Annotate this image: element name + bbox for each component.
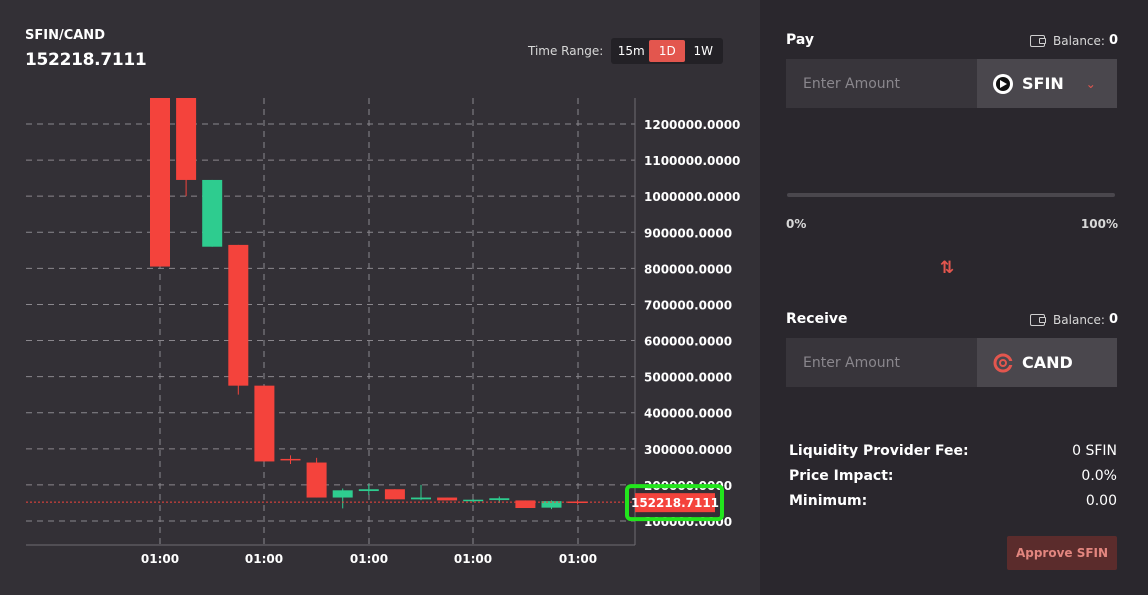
chevron-down-icon: ⌄ <box>1085 76 1096 91</box>
y-tick-label: 800000.0000 <box>644 262 732 276</box>
info-value: 0 SFIN <box>1072 443 1117 459</box>
receive-amount-input[interactable] <box>786 338 977 387</box>
info-row-price-impact: Price Impact: 0.0% <box>789 468 1117 484</box>
candle-body[interactable] <box>515 500 536 509</box>
receive-amount-box: CAND <box>786 338 1117 387</box>
pay-token-selector[interactable]: SFIN ⌄ <box>977 59 1117 108</box>
pay-label: Pay <box>786 32 815 48</box>
y-tick-label: 1000000.0000 <box>644 190 740 204</box>
info-key: Price Impact: <box>789 468 894 484</box>
candle-body[interactable] <box>358 489 379 492</box>
y-tick-label: 500000.0000 <box>644 371 732 385</box>
wallet-icon <box>1030 313 1047 326</box>
sfin-logo-icon <box>993 73 1013 94</box>
info-row-minimum: Minimum: 0.00 <box>789 493 1117 509</box>
candle-body[interactable] <box>280 458 301 461</box>
x-tick-label: 01:00 <box>350 552 388 566</box>
candle-body[interactable] <box>463 499 484 502</box>
candle-body[interactable] <box>411 497 431 500</box>
approve-button[interactable]: Approve SFIN <box>1007 536 1117 570</box>
y-tick-label: 600000.0000 <box>644 335 732 349</box>
receive-balance: Balance: 0 <box>1030 312 1118 327</box>
receive-label: Receive <box>786 311 848 327</box>
candle-body[interactable] <box>332 490 353 498</box>
receive-token-selector[interactable]: CAND <box>977 338 1117 387</box>
y-tick-label: 300000.0000 <box>644 443 732 457</box>
info-value: 0.0% <box>1081 468 1117 484</box>
receive-token-name: CAND <box>1022 353 1073 372</box>
candlestick-chart[interactable]: 1200000.0000 1100000.0000 1000000.0000 9000… <box>0 0 760 595</box>
candle-body[interactable] <box>437 497 458 501</box>
pay-amount-input[interactable] <box>786 59 977 108</box>
swap-direction-icon[interactable]: ⇅ <box>940 258 954 278</box>
candle-body[interactable] <box>202 179 223 247</box>
pay-amount-box: SFIN ⌄ <box>786 59 1117 108</box>
info-key: Minimum: <box>789 493 868 509</box>
candle-body[interactable] <box>228 244 249 386</box>
x-tick-label: 01:00 <box>141 552 179 566</box>
y-tick-label: 1200000.0000 <box>644 118 740 132</box>
candle-body[interactable] <box>384 489 405 500</box>
x-tick-label: 01:00 <box>245 552 283 566</box>
candle-body[interactable] <box>254 385 275 462</box>
chart-panel: SFIN/CAND 152218.7111 Time Range: 15m 1D… <box>0 0 760 595</box>
receive-balance-value: 0 <box>1108 312 1118 327</box>
info-value: 0.00 <box>1085 493 1117 509</box>
pay-token-name: SFIN <box>1022 74 1064 93</box>
x-tick-label: 01:00 <box>559 552 597 566</box>
receive-balance-label: Balance: <box>1053 312 1105 327</box>
last-price-label: 152218.7111 <box>631 496 719 510</box>
candle-body[interactable] <box>176 98 197 180</box>
y-tick-label: 400000.0000 <box>644 407 732 421</box>
pay-balance-value: 0 <box>1108 33 1118 48</box>
slider-max-label: 100% <box>1080 217 1118 231</box>
candle-body[interactable] <box>489 498 510 501</box>
y-tick-label: 700000.0000 <box>644 298 732 312</box>
slider-min-label: 0% <box>786 217 807 231</box>
candle-body[interactable] <box>150 98 170 267</box>
x-tick-label: 01:00 <box>454 552 492 566</box>
swap-panel: Pay Balance: 0 SFIN ⌄ 0% 100% ⇅ Receive … <box>762 0 1148 595</box>
y-tick-label: 1100000.0000 <box>644 154 740 168</box>
y-tick-label: 900000.0000 <box>644 226 732 240</box>
pay-balance-label: Balance: <box>1053 33 1105 48</box>
candle-body[interactable] <box>306 462 327 498</box>
amount-slider[interactable] <box>787 193 1115 197</box>
info-key: Liquidity Provider Fee: <box>789 443 969 459</box>
info-row-lp-fee: Liquidity Provider Fee: 0 SFIN <box>789 443 1117 459</box>
cand-logo-icon <box>993 353 1013 372</box>
pay-balance: Balance: 0 <box>1030 33 1118 48</box>
wallet-icon <box>1030 34 1047 47</box>
